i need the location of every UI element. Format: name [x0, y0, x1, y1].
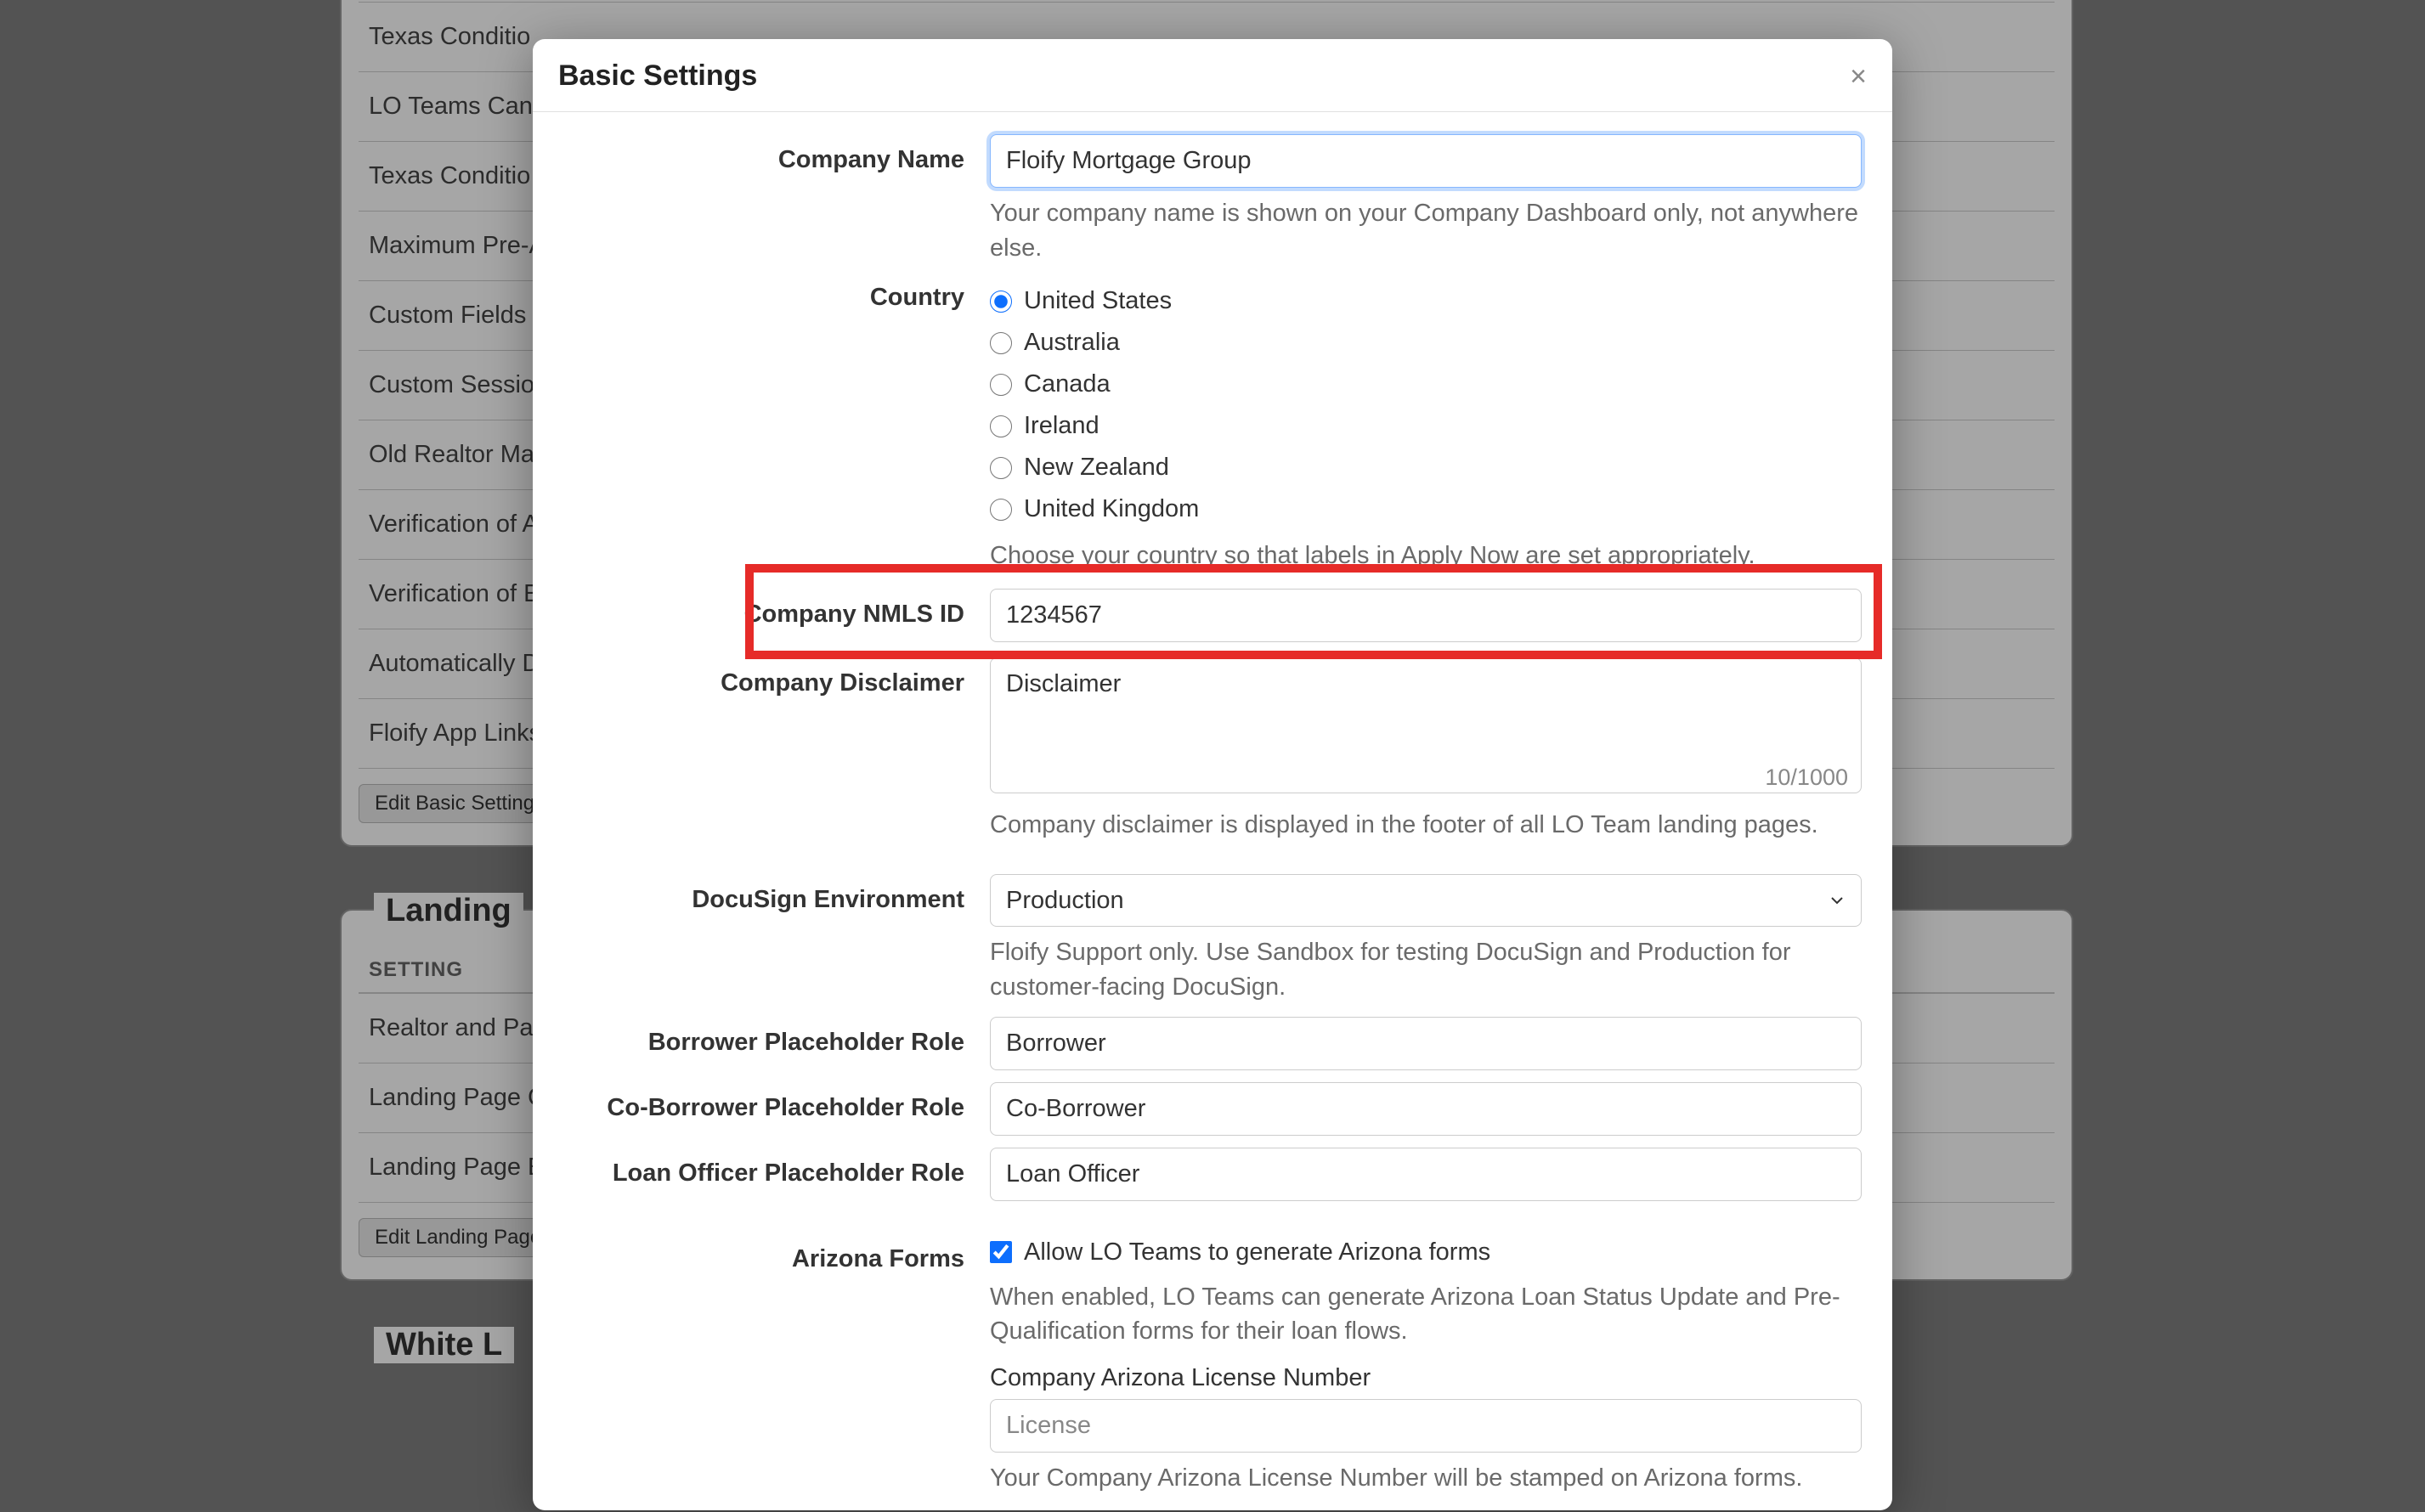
nmls-id-label: Company NMLS ID	[548, 589, 990, 629]
docusign-env-label: DocuSign Environment	[548, 874, 990, 914]
country-radio-label: Ireland	[1024, 412, 1099, 440]
loan-officer-role-label: Loan Officer Placeholder Role	[548, 1148, 990, 1188]
modal-header: Basic Settings ×	[533, 39, 1892, 112]
modal-body: Company Name Your company name is shown …	[533, 112, 1892, 1510]
country-radio-label: United States	[1024, 287, 1172, 315]
country-help: Choose your country so that labels in Ap…	[990, 539, 1862, 573]
country-option-ca[interactable]: Canada	[990, 364, 1862, 405]
disclaimer-help: Company disclaimer is displayed in the f…	[990, 808, 1862, 843]
country-radio-label: Australia	[1024, 329, 1120, 357]
basic-settings-modal: Basic Settings × Company Name Your compa…	[533, 39, 1892, 1510]
arizona-help: When enabled, LO Teams can generate Ariz…	[990, 1280, 1862, 1349]
arizona-allow-checkbox[interactable]	[990, 1241, 1012, 1263]
docusign-env-help: Floify Support only. Use Sandbox for tes…	[990, 935, 1862, 1004]
company-name-row: Company Name Your company name is shown …	[548, 134, 1877, 265]
country-radio-au[interactable]	[990, 332, 1012, 354]
country-option-ie[interactable]: Ireland	[990, 405, 1862, 447]
country-radio-label: Canada	[1024, 370, 1111, 398]
company-name-help: Your company name is shown on your Compa…	[990, 196, 1862, 265]
loan-officer-role-input[interactable]	[990, 1148, 1862, 1201]
borrower-role-label: Borrower Placeholder Role	[548, 1017, 990, 1057]
country-label: Country	[548, 272, 990, 312]
modal-title: Basic Settings	[558, 59, 757, 93]
co-borrower-role-label: Co-Borrower Placeholder Role	[548, 1082, 990, 1122]
country-radio-label: United Kingdom	[1024, 495, 1199, 523]
country-radio-us[interactable]	[990, 291, 1012, 313]
co-borrower-role-row: Co-Borrower Placeholder Role	[548, 1082, 1877, 1136]
country-option-au[interactable]: Australia	[990, 322, 1862, 364]
country-row: Country United States Australia Canada	[548, 272, 1877, 573]
arizona-allow-checkbox-item[interactable]: Allow LO Teams to generate Arizona forms	[990, 1233, 1862, 1272]
arizona-forms-label: Arizona Forms	[548, 1233, 990, 1273]
loan-officer-role-row: Loan Officer Placeholder Role	[548, 1148, 1877, 1201]
country-option-nz[interactable]: New Zealand	[990, 447, 1862, 488]
docusign-env-row: DocuSign Environment Production Floify S…	[548, 874, 1877, 1004]
arizona-allow-label: Allow LO Teams to generate Arizona forms	[1024, 1238, 1490, 1267]
disclaimer-row: Company Disclaimer Disclaimer 10/1000 Co…	[548, 657, 1877, 843]
country-option-uk[interactable]: United Kingdom	[990, 488, 1862, 530]
arizona-license-input[interactable]	[990, 1399, 1862, 1453]
borrower-role-row: Borrower Placeholder Role	[548, 1017, 1877, 1070]
docusign-env-select[interactable]: Production	[990, 874, 1862, 927]
borrower-role-input[interactable]	[990, 1017, 1862, 1070]
arizona-license-help: Your Company Arizona License Number will…	[990, 1461, 1862, 1496]
disclaimer-label: Company Disclaimer	[548, 657, 990, 697]
nmls-id-input[interactable]	[990, 589, 1862, 642]
company-name-label: Company Name	[548, 134, 990, 174]
country-radio-label: New Zealand	[1024, 454, 1169, 482]
country-radio-ca[interactable]	[990, 374, 1012, 396]
arizona-forms-row: Arizona Forms Allow LO Teams to generate…	[548, 1233, 1877, 1496]
co-borrower-role-input[interactable]	[990, 1082, 1862, 1136]
country-radio-nz[interactable]	[990, 457, 1012, 479]
nmls-id-row: Company NMLS ID	[548, 589, 1877, 642]
company-name-input[interactable]	[990, 134, 1862, 188]
country-radio-ie[interactable]	[990, 415, 1012, 437]
country-radio-list: United States Australia Canada Ireland	[990, 272, 1862, 530]
arizona-license-label: Company Arizona License Number	[990, 1364, 1862, 1392]
disclaimer-char-counter: 10/1000	[1765, 764, 1848, 791]
disclaimer-textarea[interactable]: Disclaimer	[990, 657, 1862, 793]
country-radio-uk[interactable]	[990, 499, 1012, 521]
close-icon[interactable]: ×	[1850, 62, 1867, 91]
country-option-us[interactable]: United States	[990, 280, 1862, 322]
